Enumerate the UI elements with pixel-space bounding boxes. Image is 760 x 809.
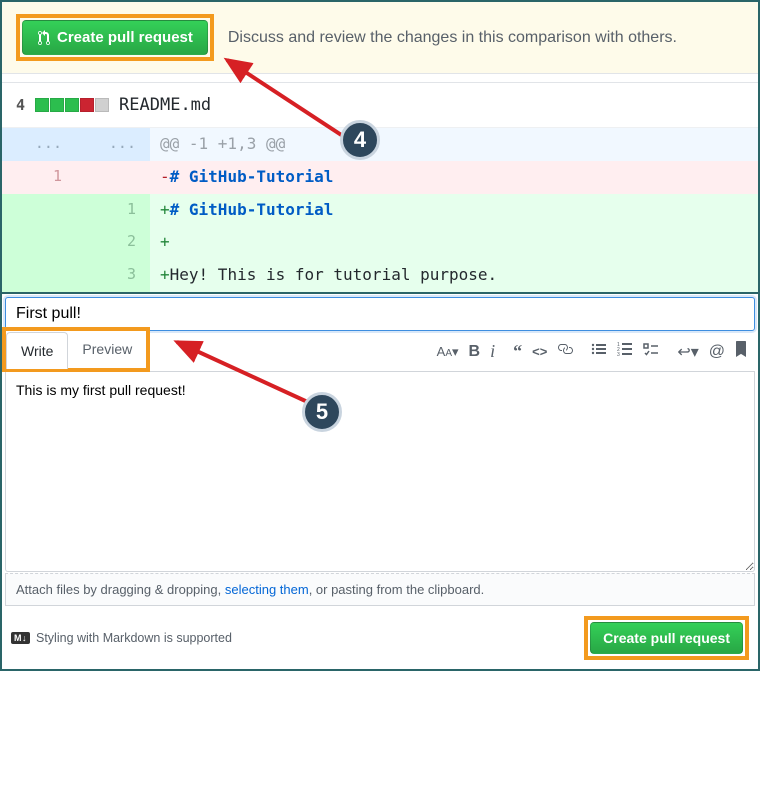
quote-icon[interactable]: “ — [513, 341, 522, 362]
number-list-icon[interactable]: 123 — [617, 341, 633, 362]
create-pr-button-top[interactable]: Create pull request — [22, 20, 208, 55]
banner-description: Discuss and review the changes in this c… — [228, 29, 677, 47]
create-pr-button-bottom[interactable]: Create pull request — [590, 622, 743, 654]
pr-title-input[interactable] — [5, 297, 755, 331]
compare-banner: Create pull request Discuss and review t… — [2, 2, 758, 74]
diff-filename: README.md — [119, 95, 211, 115]
diff-line: 3+Hey! This is for tutorial purpose. — [2, 259, 758, 292]
create-pr-button-top-label: Create pull request — [57, 29, 193, 46]
annotation-highlight-submit: Create pull request — [584, 616, 749, 660]
markdown-support-hint[interactable]: M↓ Styling with Markdown is supported — [11, 631, 232, 645]
mention-icon[interactable]: @ — [709, 343, 725, 361]
bullet-list-icon[interactable] — [591, 341, 607, 362]
tab-write[interactable]: Write — [6, 332, 68, 369]
annotation-badge-5: 5 — [302, 392, 342, 432]
heading-icon[interactable]: AA▾ — [437, 344, 459, 360]
diff-line: 1-# GitHub-Tutorial — [2, 161, 758, 194]
annotation-highlight-4: Create pull request — [16, 14, 214, 61]
task-list-icon[interactable] — [643, 341, 659, 362]
link-icon[interactable] — [557, 341, 573, 362]
bold-icon[interactable]: B — [469, 343, 481, 361]
pr-description-input[interactable] — [5, 372, 755, 572]
tab-preview[interactable]: Preview — [68, 331, 146, 368]
annotation-highlight-5: Write Preview — [2, 327, 150, 372]
diff-line: 1+# GitHub-Tutorial — [2, 194, 758, 227]
diff-hunk-header: ...... @@ -1 +1,3 @@ — [2, 128, 758, 161]
annotation-arrow-5 — [167, 334, 327, 414]
code-icon[interactable]: <> — [532, 344, 547, 359]
bookmark-icon[interactable] — [735, 341, 747, 362]
svg-text:3: 3 — [617, 352, 620, 357]
diff-change-count: 4 — [16, 96, 25, 114]
italic-icon[interactable]: i — [490, 341, 495, 362]
reply-icon[interactable]: ↩▾ — [677, 342, 698, 362]
git-pull-request-icon — [37, 30, 51, 46]
attach-hint: Attach files by dragging & dropping, sel… — [5, 573, 755, 606]
attach-select-link[interactable]: selecting them — [225, 582, 309, 597]
annotation-badge-4: 4 — [340, 120, 380, 160]
pr-form: Write Preview AA▾ B i “ <> 123 — [2, 292, 758, 669]
formatting-toolbar: AA▾ B i “ <> 123 ↩▾ @ — [437, 341, 747, 362]
diff-table: ...... @@ -1 +1,3 @@ 1-# GitHub-Tutorial… — [2, 127, 758, 292]
diff-stat-blocks — [35, 98, 109, 112]
diff-line: 2+ — [2, 226, 758, 259]
markdown-icon: M↓ — [11, 632, 30, 644]
diff-file-header: 4 README.md — [2, 82, 758, 127]
